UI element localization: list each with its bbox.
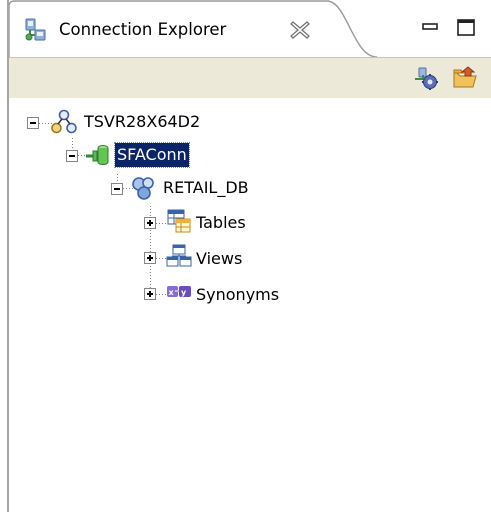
expand-toggle[interactable]: [144, 217, 156, 229]
connect-gear-icon[interactable]: [413, 64, 441, 92]
table-icon: [167, 209, 191, 233]
connection-tree: TSVR28X64D2 SFAConn RETAIL_DB Tables Vie…: [9, 98, 491, 512]
connection-label: SFAConn: [114, 142, 190, 168]
connection-explorer-icon: [25, 18, 46, 41]
synonyms-label: Synonyms: [196, 285, 280, 304]
collapse-toggle[interactable]: [66, 150, 78, 162]
view-icon: [166, 244, 192, 267]
database-label: RETAIL_DB: [163, 178, 249, 197]
minimize-icon[interactable]: [419, 16, 441, 38]
expand-toggle[interactable]: [144, 252, 156, 264]
server-network-icon: [51, 109, 77, 134]
collapse-toggle[interactable]: [27, 117, 39, 129]
maximize-icon[interactable]: [455, 16, 477, 38]
tables-label: Tables: [196, 213, 246, 232]
collapse-toggle[interactable]: [111, 183, 123, 195]
server-label: TSVR28X64D2: [84, 112, 201, 131]
synonym-icon: x y: [167, 286, 191, 297]
svg-text:y: y: [181, 288, 187, 297]
views-label: Views: [196, 249, 243, 268]
close-x-icon[interactable]: [287, 17, 313, 43]
svg-text:x: x: [169, 288, 175, 297]
view-title: Connection Explorer: [59, 20, 227, 39]
view-tab-strip: Connection Explorer: [9, 0, 491, 58]
open-folder-icon[interactable]: [451, 64, 479, 92]
database-icon: [132, 177, 154, 200]
view-toolbar: [9, 58, 491, 98]
database-connection-icon: [86, 145, 109, 165]
expand-toggle[interactable]: [144, 288, 156, 300]
